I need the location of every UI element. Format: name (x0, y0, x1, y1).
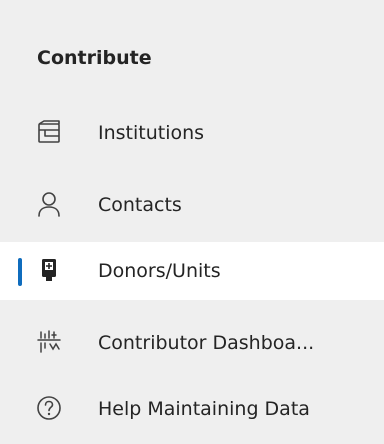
nav-item-label: Donors/Units (98, 260, 221, 282)
nav-item-label: Contributor Dashboa... (98, 332, 315, 354)
section-title: Contribute (37, 47, 152, 69)
institution-icon (38, 120, 60, 143)
nav-item-institutions[interactable]: Institutions (0, 104, 384, 162)
nav-item-donors-units[interactable]: Donors/Units (0, 242, 384, 300)
help-icon (37, 396, 61, 420)
nav-item-label: Institutions (98, 122, 205, 144)
contribute-nav-panel: Contribute Institutions Contacts Donors/… (0, 0, 384, 444)
donor-unit-icon (42, 259, 56, 281)
nav-item-contacts[interactable]: Contacts (0, 176, 384, 234)
nav-item-contributor-dashboard[interactable]: Contributor Dashboa... (0, 314, 384, 372)
nav-item-help-maintaining-data[interactable]: Help Maintaining Data (0, 380, 384, 438)
nav-item-label: Contacts (98, 194, 182, 216)
nav-item-label: Help Maintaining Data (98, 398, 310, 420)
selected-indicator (18, 258, 22, 286)
dashboard-icon (37, 330, 61, 353)
person-icon (38, 192, 60, 217)
